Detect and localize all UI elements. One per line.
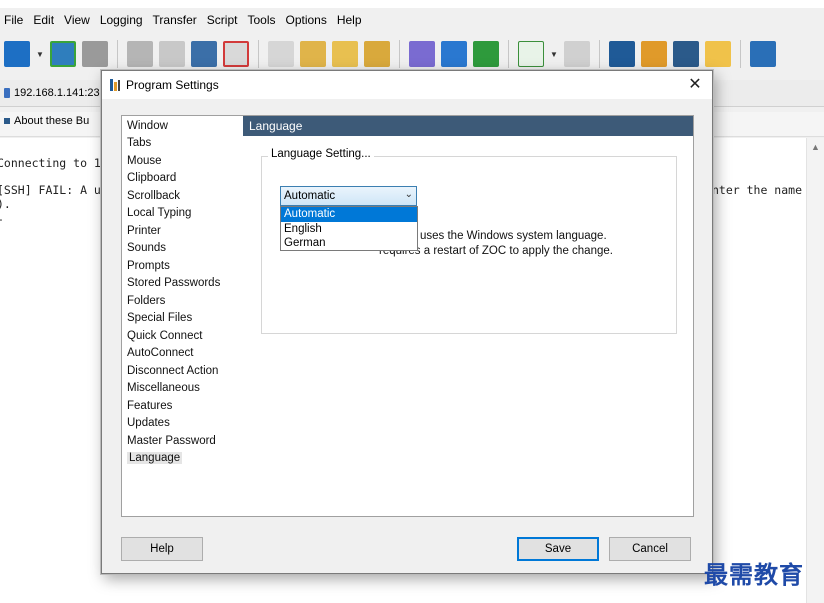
chevron-up-icon[interactable]: ▲ [811,142,820,152]
nav-item-mouse[interactable]: Mouse [127,155,162,167]
menu-help[interactable]: Help [333,13,368,27]
menu-logging[interactable]: Logging [96,13,149,27]
terminal-line: ). [0,197,11,211]
chevron-down-icon[interactable]: ▼ [550,50,558,59]
nav-item-sounds[interactable]: Sounds [127,242,166,254]
nav-item-autoconnect[interactable]: AutoConnect [127,347,194,359]
window-titlebar [0,0,824,8]
option-english[interactable]: English [281,222,417,237]
stop-icon[interactable] [564,41,590,67]
nav-item-folders[interactable]: Folders [127,295,165,307]
chevron-down-icon[interactable]: ▼ [36,50,44,59]
help-button[interactable]: Help [121,537,203,561]
menu-file[interactable]: File [0,13,29,27]
session-tab[interactable]: 192.168.1.141:23 [0,82,104,104]
nav-item-printer[interactable]: Printer [127,225,161,237]
language-dropdown-list: Automatic English German [280,206,418,251]
dialog-title: Program Settings [126,78,219,92]
about-buttons-button[interactable]: About these Bu [4,115,89,127]
nav-item-clipboard[interactable]: Clipboard [127,172,176,184]
nav-item-window[interactable]: Window [127,120,168,132]
disconnect-icon[interactable] [127,41,153,67]
language-select[interactable]: Automatic ⌄ [280,186,417,206]
menu-edit[interactable]: Edit [29,13,60,27]
terminal-line: [SSH] FAIL: A u [0,183,101,197]
upload-icon[interactable] [441,41,467,67]
terminal-line: Connecting to 1 [0,156,101,170]
nav-item-stored-passwords[interactable]: Stored Passwords [127,277,220,289]
edit-icon[interactable] [332,41,358,67]
session-tab-label: 192.168.1.141:23 [14,87,100,99]
menu-tools[interactable]: Tools [243,13,281,27]
nav-item-updates[interactable]: Updates [127,417,170,429]
terminal-scrollbar[interactable]: ▲ [806,138,824,603]
add-icon[interactable] [609,41,635,67]
chevron-down-icon: ⌄ [404,189,413,200]
group-label: Language Setting... [268,148,374,160]
nav-item-scrollback[interactable]: Scrollback [127,190,180,202]
about-buttons-label: About these Bu [14,115,90,127]
copy-icon[interactable] [191,41,217,67]
nav-item-language[interactable]: Language [127,452,183,464]
settings-nav-list: Window Tabs Mouse Clipboard Scrollback L… [121,115,244,517]
option-automatic[interactable]: Automatic [281,207,417,222]
menu-options[interactable]: Options [281,13,332,27]
nav-item-features[interactable]: Features [127,400,172,412]
paste-icon[interactable] [268,41,294,67]
close-icon[interactable]: ✕ [684,74,706,96]
settings-panel: Language Language Setting... Automatic ⌄… [243,115,694,517]
play-icon[interactable] [518,41,544,67]
program-settings-dialog: Program Settings ✕ Window Tabs Mouse Cli… [101,70,713,574]
nav-item-quick-connect[interactable]: Quick Connect [127,330,202,342]
watermark: 最需教育 [704,560,804,589]
menu-view[interactable]: View [60,13,96,27]
connect-icon[interactable] [50,41,76,67]
sort-az-icon[interactable] [4,41,30,67]
terminal-icon[interactable] [750,41,776,67]
clipboard-paste-icon[interactable] [364,41,390,67]
language-note-line1: uses the Windows system language. [420,230,607,242]
download-icon[interactable] [409,41,435,67]
dialog-titlebar: Program Settings ✕ [102,71,712,99]
nav-item-miscellaneous[interactable]: Miscellaneous [127,382,200,394]
app-icon [110,79,120,91]
panel-header: Language [243,116,693,136]
settings-icon[interactable] [641,41,667,67]
toolbar: ▼ ▼ [0,34,824,74]
option-german[interactable]: German [281,236,417,251]
nav-item-tabs[interactable]: Tabs [127,137,151,149]
book-icon[interactable] [673,41,699,67]
spellcheck-icon[interactable] [473,41,499,67]
nav-item-special-files[interactable]: Special Files [127,312,192,324]
nav-item-master-password[interactable]: Master Password [127,435,216,447]
clipboard-icon[interactable] [300,41,326,67]
cancel-button[interactable]: Cancel [609,537,691,561]
language-select-value: Automatic [284,190,336,202]
menubar: File Edit View Logging Transfer Script T… [0,9,824,31]
square-icon [4,118,10,124]
menu-transfer[interactable]: Transfer [149,13,203,27]
host-icon[interactable] [82,41,108,67]
session-icon [4,88,10,98]
menu-script[interactable]: Script [203,13,244,27]
panel-title: Language [249,119,303,133]
save-button[interactable]: Save [517,537,599,561]
nav-item-prompts[interactable]: Prompts [127,260,170,272]
folder-icon[interactable] [705,41,731,67]
nav-item-disconnect-action[interactable]: Disconnect Action [127,365,218,377]
terminal-right-text: nter the name [712,183,803,197]
close-connection-icon[interactable] [159,41,185,67]
terminal-line: - [0,212,4,226]
delete-icon[interactable] [223,41,249,67]
nav-item-local-typing[interactable]: Local Typing [127,207,191,219]
